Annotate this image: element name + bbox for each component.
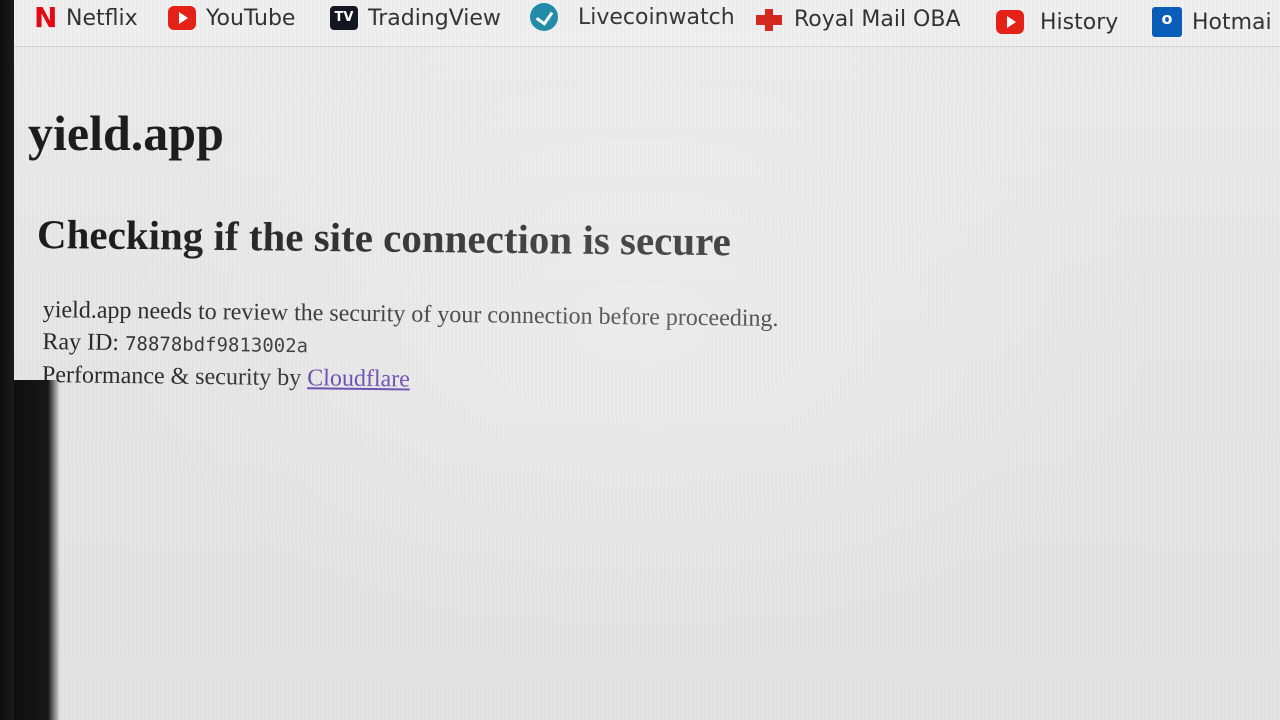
bookmark-label: Livecoinwatch (578, 4, 735, 30)
royal-mail-icon (754, 7, 784, 31)
tradingview-icon: TV (330, 6, 358, 30)
site-title: yield.app (28, 105, 224, 161)
ray-id-label: Ray ID: (42, 328, 120, 356)
bookmark-label: YouTube (206, 5, 296, 31)
bookmark-label: Royal Mail OBA (794, 6, 961, 32)
bookmark-netflix[interactable]: N Netflix (34, 4, 138, 32)
page-content: yield.app Checking if the site connectio… (0, 47, 1280, 720)
bookmark-hotmail[interactable]: o Hotmai (1152, 7, 1272, 37)
browser-window: N Netflix YouTube TV TradingView Livecoi… (0, 0, 1280, 720)
page-heading: Checking if the site connection is secur… (36, 211, 732, 265)
bookmark-label: TradingView (368, 5, 501, 31)
ray-id-value: 78878bdf9813002a (124, 333, 309, 358)
bookmark-royal-mail-oba[interactable]: Royal Mail OBA (754, 5, 961, 33)
bookmark-livecoinwatch[interactable]: Livecoinwatch (530, 3, 735, 31)
challenge-text: yield.app needs to review the security o… (42, 294, 779, 400)
netflix-icon: N (34, 1, 58, 34)
bookmark-label: Hotmai (1192, 9, 1272, 35)
livecoinwatch-icon (530, 3, 558, 31)
outlook-icon: o (1152, 7, 1182, 37)
bookmark-youtube[interactable]: YouTube (168, 4, 295, 32)
youtube-icon (168, 6, 196, 30)
youtube-icon (996, 10, 1024, 34)
bookmark-label: Netflix (66, 5, 138, 31)
performance-text: Performance & security by (41, 361, 302, 392)
bookmark-tradingview[interactable]: TV TradingView (330, 4, 501, 32)
monitor-bezel (0, 0, 14, 720)
bookmark-history[interactable]: History (996, 8, 1118, 36)
cloudflare-link[interactable]: Cloudflare (307, 365, 410, 392)
bookmark-label: History (1040, 9, 1119, 35)
bookmarks-bar: N Netflix YouTube TV TradingView Livecoi… (0, 0, 1280, 47)
